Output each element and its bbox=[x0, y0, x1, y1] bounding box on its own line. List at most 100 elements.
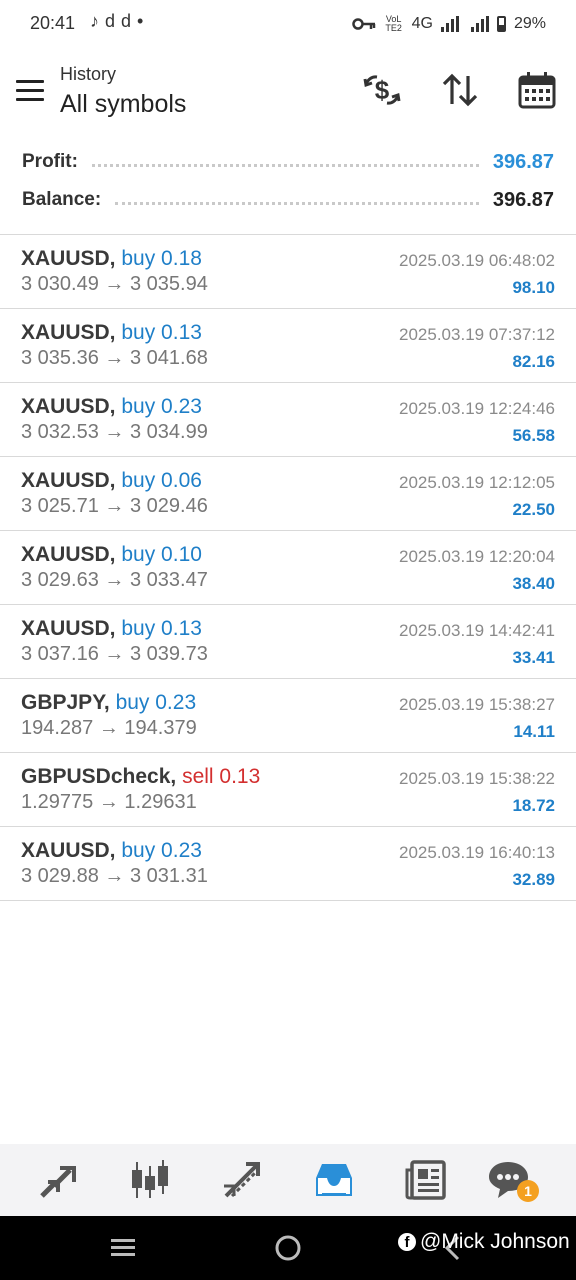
status-bar: 20:41 ♪dd• VoLTE2 4G 29% bbox=[0, 0, 576, 48]
trade-symbol: XAUUSD, buy 0.23 bbox=[21, 395, 202, 418]
trade-symbol: XAUUSD, buy 0.10 bbox=[21, 543, 202, 566]
trade-profit: 38.40 bbox=[512, 574, 555, 593]
trade-list: XAUUSD, buy 0.18 3 030.49 → 3 035.94 202… bbox=[0, 234, 576, 901]
volte-label: VoLTE2 bbox=[385, 14, 402, 33]
trade-prices: 3 025.71 → 3 029.46 bbox=[21, 495, 208, 517]
trade-time: 2025.03.19 15:38:22 bbox=[399, 769, 555, 788]
trade-time: 2025.03.19 15:38:27 bbox=[399, 695, 555, 714]
trade-side: buy 0.23 bbox=[115, 691, 197, 714]
trade-side: sell 0.13 bbox=[182, 765, 261, 788]
trade-profit: 22.50 bbox=[512, 500, 555, 519]
trade-side: buy 0.10 bbox=[121, 543, 202, 566]
trade-row[interactable]: XAUUSD, buy 0.18 3 030.49 → 3 035.94 202… bbox=[0, 235, 576, 309]
watermark: f @Mick Johnson bbox=[398, 1230, 570, 1254]
trade-symbol: XAUUSD, buy 0.06 bbox=[21, 469, 202, 492]
trade-prices: 3 032.53 → 3 034.99 bbox=[21, 421, 208, 443]
profit-value: 396.87 bbox=[492, 150, 554, 173]
trade-row[interactable]: XAUUSD, buy 0.23 3 032.53 → 3 034.99 202… bbox=[0, 383, 576, 457]
trade-time: 2025.03.19 07:37:12 bbox=[399, 325, 555, 344]
summary-panel: Profit: 396.87 Balance: 396.87 bbox=[0, 140, 576, 232]
trade-side: buy 0.06 bbox=[121, 469, 202, 492]
trade-row[interactable]: GBPUSDcheck, sell 0.13 1.29775 → 1.29631… bbox=[0, 753, 576, 827]
signal-icon-1 bbox=[440, 16, 459, 32]
sort-icon[interactable] bbox=[440, 70, 480, 110]
trade-profit: 32.89 bbox=[512, 870, 555, 889]
calendar-icon[interactable] bbox=[517, 70, 557, 110]
trade-profit: 33.41 bbox=[512, 648, 555, 667]
trade-side: buy 0.18 bbox=[121, 247, 202, 270]
notification-dot: • bbox=[137, 11, 150, 31]
bottom-nav: 1 bbox=[0, 1144, 576, 1216]
facebook-icon: f bbox=[398, 1233, 416, 1251]
dotted-leader bbox=[115, 201, 479, 205]
status-right: VoLTE2 4G 29% bbox=[351, 12, 546, 36]
trade-side: buy 0.23 bbox=[121, 395, 202, 418]
signal-icon-2 bbox=[470, 16, 489, 32]
trade-prices: 194.287 → 194.379 bbox=[21, 717, 197, 739]
balance-value: 396.87 bbox=[492, 188, 554, 211]
balance-label: Balance: bbox=[22, 189, 102, 210]
trade-profit: 14.11 bbox=[513, 722, 555, 741]
trade-prices: 3 029.63 → 3 033.47 bbox=[21, 569, 208, 591]
page-title[interactable]: All symbols bbox=[60, 90, 186, 119]
tiktok-icon: ♪ bbox=[90, 11, 105, 31]
trade-time: 2025.03.19 06:48:02 bbox=[399, 251, 555, 270]
app-header: History All symbols $ bbox=[0, 48, 576, 138]
trade-symbol: GBPUSDcheck, sell 0.13 bbox=[21, 765, 261, 788]
trade-profit: 98.10 bbox=[512, 278, 555, 297]
news-icon[interactable] bbox=[402, 1156, 450, 1204]
home-icon[interactable] bbox=[270, 1230, 306, 1266]
trade-profit: 18.72 bbox=[512, 796, 555, 815]
chat-badge: 1 bbox=[517, 1180, 539, 1202]
balance-row: Balance: 396.87 bbox=[22, 182, 554, 218]
trade-time: 2025.03.19 12:20:04 bbox=[399, 547, 555, 566]
page-subtitle: History bbox=[60, 64, 117, 84]
dotted-leader bbox=[91, 163, 479, 167]
trade-prices: 3 037.16 → 3 039.73 bbox=[21, 643, 208, 665]
svg-text:$: $ bbox=[375, 75, 390, 105]
trade-time: 2025.03.19 14:42:41 bbox=[399, 621, 555, 640]
trade-symbol: GBPJPY, buy 0.23 bbox=[21, 691, 197, 714]
status-time: 20:41 bbox=[30, 13, 76, 33]
trade-row[interactable]: XAUUSD, buy 0.23 3 029.88 → 3 031.31 202… bbox=[0, 827, 576, 901]
trade-symbol: XAUUSD, buy 0.18 bbox=[21, 247, 202, 270]
menu-icon[interactable] bbox=[16, 80, 44, 102]
trade-prices: 3 029.88 → 3 031.31 bbox=[21, 865, 208, 887]
notification-icons: ♪dd• bbox=[90, 11, 149, 32]
trade-symbol: XAUUSD, buy 0.13 bbox=[21, 321, 202, 344]
quotes-icon[interactable] bbox=[34, 1156, 82, 1204]
trade-prices: 3 035.36 → 3 041.68 bbox=[21, 347, 208, 369]
profit-label: Profit: bbox=[22, 151, 78, 172]
network-label: 4G bbox=[411, 15, 433, 32]
chat-icon[interactable]: 1 bbox=[486, 1156, 539, 1204]
trade-row[interactable]: GBPJPY, buy 0.23 194.287 → 194.379 2025.… bbox=[0, 679, 576, 753]
trade-row[interactable]: XAUUSD, buy 0.10 3 029.63 → 3 033.47 202… bbox=[0, 531, 576, 605]
notification-d-2: d bbox=[121, 11, 138, 31]
battery-percent: 29% bbox=[513, 15, 546, 32]
trade-profit: 82.16 bbox=[512, 352, 555, 371]
watermark-text: @Mick Johnson bbox=[420, 1230, 570, 1253]
trade-row[interactable]: XAUUSD, buy 0.06 3 025.71 → 3 029.46 202… bbox=[0, 457, 576, 531]
trade-row[interactable]: XAUUSD, buy 0.13 3 037.16 → 3 039.73 202… bbox=[0, 605, 576, 679]
key-icon bbox=[351, 18, 375, 30]
battery-icon bbox=[496, 16, 506, 32]
trade-prices: 1.29775 → 1.29631 bbox=[21, 791, 197, 813]
trade-row[interactable]: XAUUSD, buy 0.13 3 035.36 → 3 041.68 202… bbox=[0, 309, 576, 383]
chart-icon[interactable] bbox=[126, 1156, 174, 1204]
trade-profit: 56.58 bbox=[512, 426, 555, 445]
trade-prices: 3 030.49 → 3 035.94 bbox=[21, 273, 208, 295]
trade-icon[interactable] bbox=[218, 1156, 266, 1204]
trade-time: 2025.03.19 12:12:05 bbox=[399, 473, 555, 492]
trade-side: buy 0.13 bbox=[121, 617, 202, 640]
profit-row: Profit: 396.87 bbox=[22, 144, 554, 180]
history-icon[interactable] bbox=[310, 1156, 358, 1204]
trade-symbol: XAUUSD, buy 0.13 bbox=[21, 617, 202, 640]
trade-side: buy 0.13 bbox=[121, 321, 202, 344]
notification-d-1: d bbox=[105, 11, 122, 31]
trade-time: 2025.03.19 12:24:46 bbox=[399, 399, 555, 418]
dollar-filter-icon[interactable]: $ bbox=[362, 70, 402, 110]
trade-side: buy 0.23 bbox=[121, 839, 202, 862]
recent-apps-icon[interactable] bbox=[105, 1230, 141, 1266]
trade-time: 2025.03.19 16:40:13 bbox=[399, 843, 555, 862]
system-nav-bar: f @Mick Johnson bbox=[0, 1216, 576, 1280]
